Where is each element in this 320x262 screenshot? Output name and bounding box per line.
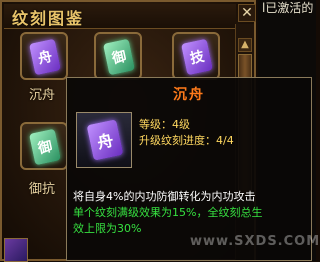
rune-icon: 舟 [86, 119, 124, 161]
window-title: 纹刻图鉴 [12, 9, 85, 28]
tooltip-level: 等级：4级 [139, 118, 190, 131]
rune-icon: 御 [102, 38, 136, 76]
scroll-up-arrow-icon[interactable]: ▲ [238, 38, 252, 52]
tooltip-desc-line1: 将自身4%的内功防御转化为内功攻击 [73, 190, 256, 203]
rune-icon: 舟 [28, 38, 62, 76]
rune-icon: 御 [28, 128, 62, 166]
side-text: l已激活的 [262, 1, 314, 15]
rune-slot-yukang[interactable]: 御 [20, 122, 68, 170]
tooltip-desc-line2: 单个纹刻满级效果为15%，全纹刻总生 [73, 206, 263, 219]
rune-icon: 技 [180, 38, 214, 76]
rune-label-yukang: 御抗 [29, 182, 56, 197]
rune-slot-2[interactable]: 御 [94, 32, 142, 80]
close-button[interactable]: ✕ [238, 4, 256, 22]
watermark: www.SXDS.COM [190, 234, 320, 249]
title-bar: 纹刻图鉴 [4, 4, 236, 29]
tooltip-desc-line3: 效上限为30% [73, 222, 142, 235]
rune-slot-chenzhou[interactable]: 舟 [20, 32, 68, 80]
tooltip-progress: 升级纹刻进度：4/4 [139, 134, 234, 147]
rune-slot-3[interactable]: 技 [172, 32, 220, 80]
tooltip-rune-icon: 舟 [76, 112, 132, 168]
tooltip-title: 沉舟 [173, 87, 205, 103]
bottom-rune-icon[interactable] [4, 238, 28, 262]
rune-label-chenzhou: 沉舟 [29, 88, 56, 103]
